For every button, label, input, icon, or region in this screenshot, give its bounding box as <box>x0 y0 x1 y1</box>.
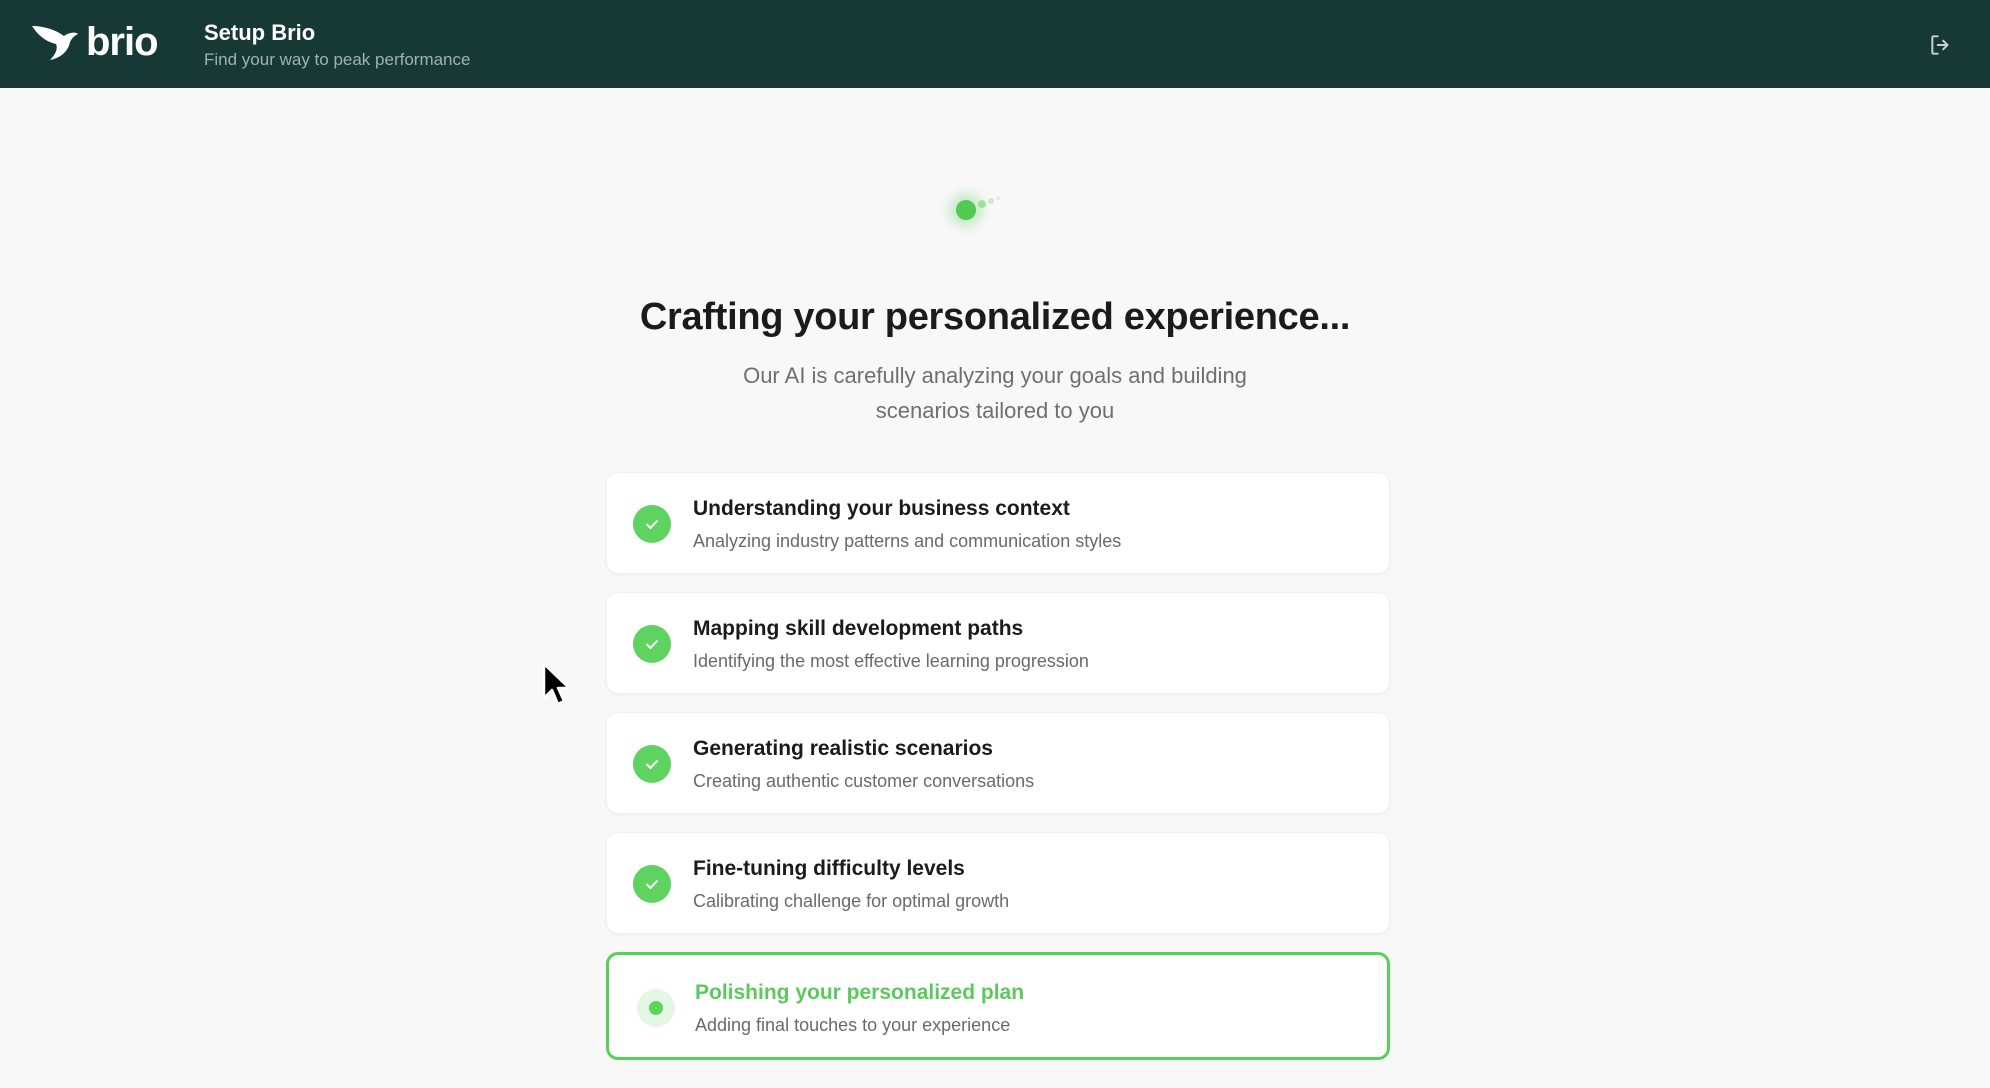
app-header: brio Setup Brio Find your way to peak pe… <box>0 0 1990 88</box>
page-subtitle: Find your way to peak performance <box>204 50 471 69</box>
step-title: Understanding your business context <box>693 497 1070 520</box>
check-icon <box>633 505 671 543</box>
logout-icon <box>1931 35 1949 55</box>
check-icon <box>633 865 671 903</box>
brio-logo[interactable]: brio <box>30 20 159 64</box>
step-realistic-scenarios: Generating realistic scenarios Creating … <box>606 712 1390 814</box>
step-description: Analyzing industry patterns and communic… <box>693 531 1122 551</box>
step-personalized-plan: Polishing your personalized plan Adding … <box>606 952 1390 1060</box>
step-difficulty-levels: Fine-tuning difficulty levels Calibratin… <box>606 832 1390 934</box>
step-description: Identifying the most effective learning … <box>693 651 1089 671</box>
loading-subline: Our AI is carefully analyzing your goals… <box>743 363 1247 423</box>
loading-headline: Crafting your personalized experience... <box>639 296 1351 338</box>
logo-wordmark: brio <box>86 20 159 64</box>
step-description: Calibrating challenge for optimal growth <box>693 891 1010 911</box>
step-title: Generating realistic scenarios <box>693 737 993 760</box>
in-progress-dot-icon <box>637 989 675 1027</box>
logout-button[interactable] <box>1928 32 1954 58</box>
header-text: Setup Brio Find your way to peak perform… <box>204 20 470 70</box>
bird-logo-icon <box>32 26 78 60</box>
step-description: Creating authentic customer conversation… <box>693 771 1035 791</box>
check-icon <box>633 625 671 663</box>
step-title: Polishing your personalized plan <box>695 981 1025 1004</box>
step-skill-paths: Mapping skill development paths Identify… <box>606 592 1390 694</box>
step-title: Fine-tuning difficulty levels <box>693 857 965 880</box>
mouse-cursor-icon <box>542 662 571 706</box>
page-title: Setup Brio <box>204 20 316 45</box>
step-business-context: Understanding your business context Anal… <box>606 472 1390 574</box>
check-icon <box>633 745 671 783</box>
progress-steps: Understanding your business context Anal… <box>606 472 1390 1078</box>
step-description: Adding final touches to your experience <box>695 1015 1011 1035</box>
loading-spinner <box>950 190 1010 230</box>
step-title: Mapping skill development paths <box>693 617 1024 640</box>
